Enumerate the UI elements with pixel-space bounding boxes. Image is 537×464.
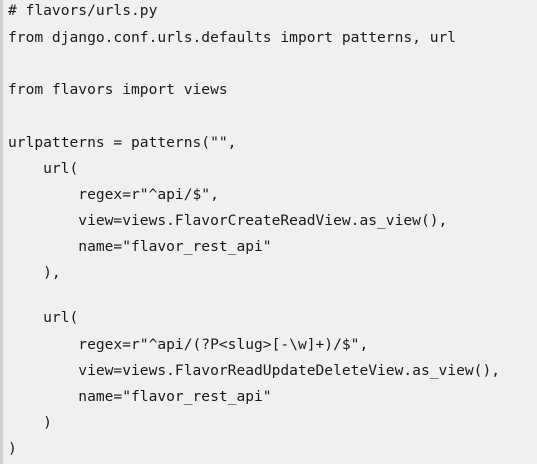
code-line-patterns-close: ): [8, 440, 17, 457]
code-line-view: view=views.FlavorReadUpdateDeleteView.as…: [8, 362, 501, 379]
code-line-urlpatterns: urlpatterns = patterns("",: [8, 134, 237, 151]
code-line-regex: regex=r"^api/$",: [8, 186, 219, 203]
code-block: # flavors/urls.py from django.conf.urls.…: [0, 0, 537, 464]
code-line-comment: # flavors/urls.py: [8, 2, 158, 19]
code-line-name: name="flavor_rest_api": [8, 388, 272, 405]
code-line-url-open: url(: [8, 160, 79, 177]
code-line-url-open: url(: [8, 309, 79, 326]
code-line-url-close: ): [8, 414, 52, 431]
code-line-view: view=views.FlavorCreateReadView.as_view(…: [8, 212, 448, 229]
code-line-name: name="flavor_rest_api": [8, 238, 272, 255]
code-line-import-views: from flavors import views: [8, 81, 228, 98]
code-line-import-defaults: from django.conf.urls.defaults import pa…: [8, 29, 457, 46]
code-line-url-close: ),: [8, 264, 61, 281]
code-line-regex: regex=r"^api/(?P<slug>[-\w]+)/$",: [8, 336, 369, 353]
